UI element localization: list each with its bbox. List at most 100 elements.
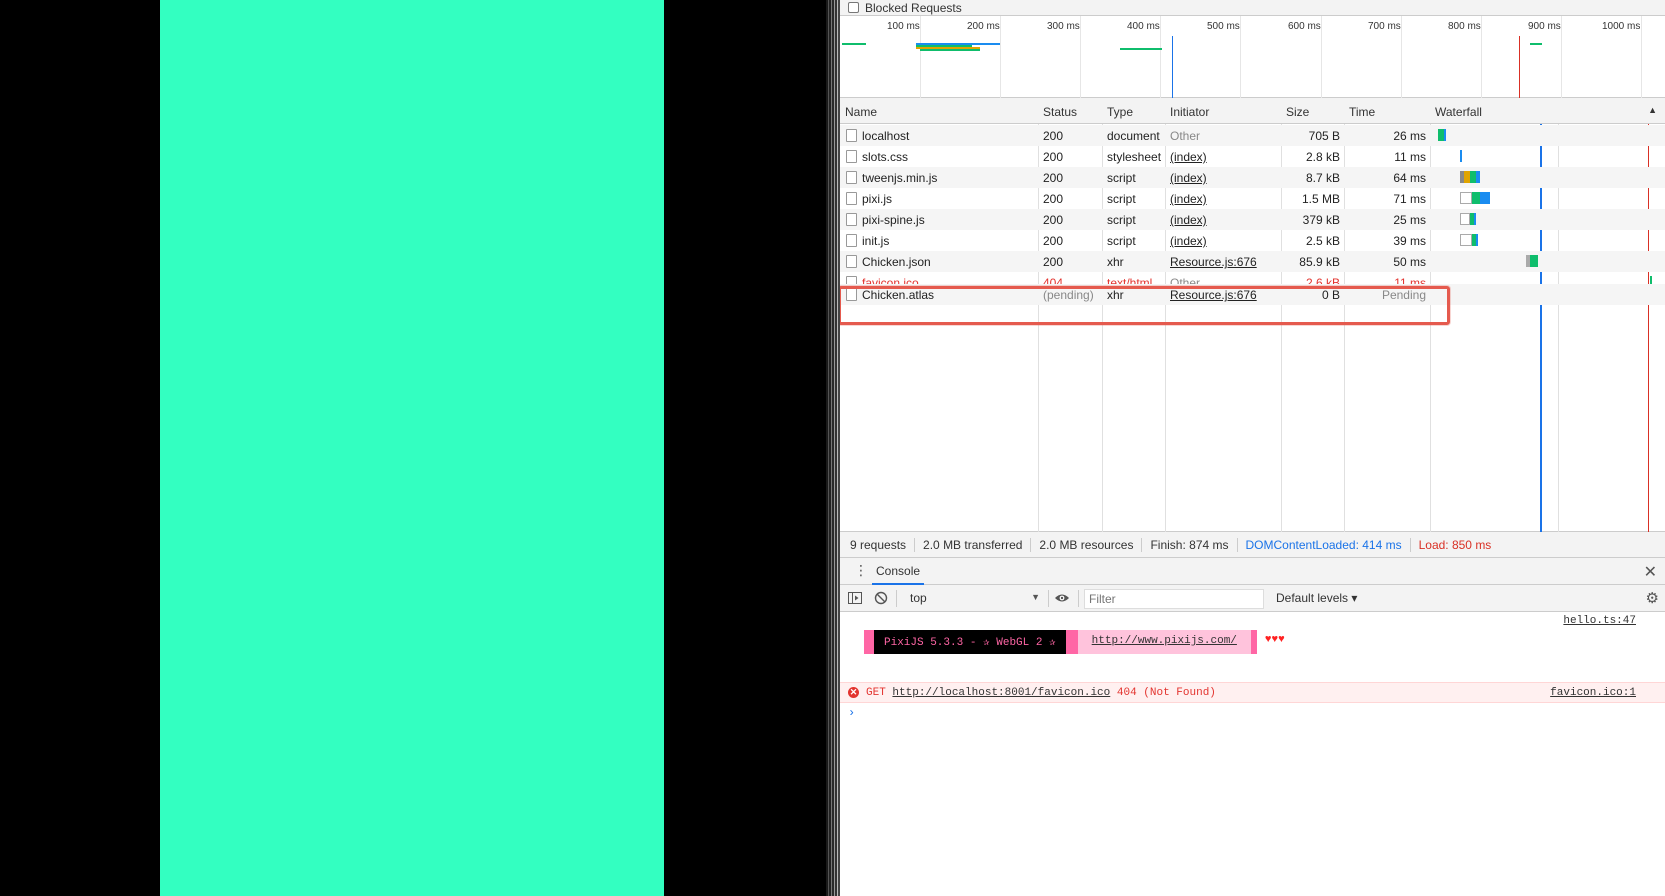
request-initiator-link[interactable]: (index) — [1170, 150, 1207, 164]
header-name[interactable]: Name — [845, 105, 877, 119]
header-size[interactable]: Size — [1286, 105, 1309, 119]
close-icon[interactable]: ✕ — [1644, 562, 1657, 582]
toolbar-separator — [896, 590, 897, 607]
request-status: 200 — [1043, 129, 1064, 143]
summary-dom-content-loaded: DOMContentLoaded: 414 ms — [1238, 537, 1411, 552]
overview-tick-label: 800 ms — [1448, 21, 1481, 32]
overview-tick-label: 600 ms — [1288, 21, 1321, 32]
request-initiator-link[interactable]: (index) — [1170, 192, 1207, 206]
console-toolbar: top ▼ Default levels ▾ ⚙ — [840, 585, 1665, 612]
overview-tick-label: 200 ms — [967, 21, 1000, 32]
request-time: 26 ms — [1393, 129, 1426, 143]
summary-load: Load: 850 ms — [1418, 537, 1492, 552]
request-initiator-link[interactable]: Resource.js:676 — [1170, 255, 1257, 269]
request-size: 1.5 MB — [1301, 192, 1340, 206]
table-row[interactable]: slots.css 200 stylesheet (index) 2.8 kB … — [840, 146, 1665, 167]
request-status: 200 — [1043, 150, 1064, 164]
request-time: 11 ms — [1394, 150, 1426, 164]
request-name: pixi.js — [862, 192, 893, 206]
summary-requests: 9 requests — [850, 537, 916, 552]
request-type: xhr — [1107, 255, 1124, 269]
error-method: GET — [866, 687, 886, 699]
file-icon — [846, 192, 857, 205]
request-type: script — [1107, 192, 1136, 206]
tab-console[interactable]: Console — [872, 558, 925, 585]
file-icon — [846, 171, 857, 184]
overview-request-bar — [1120, 48, 1162, 50]
overview-tick-label: 700 ms — [1368, 21, 1401, 32]
drawer-tabbar: ⋮ Console ✕ — [840, 558, 1665, 585]
request-time: 11 ms — [1394, 276, 1426, 284]
table-row[interactable]: tweenjs.min.js 200 script (index) 8.7 kB… — [840, 167, 1665, 188]
request-initiator-link[interactable]: (index) — [1170, 213, 1207, 227]
overview-dcl-marker — [1172, 36, 1173, 98]
banner-stripe — [1065, 630, 1078, 654]
request-initiator-link[interactable]: (index) — [1170, 234, 1207, 248]
request-type: script — [1107, 234, 1136, 248]
eye-icon[interactable] — [1054, 591, 1070, 605]
console-output[interactable]: hello.ts:47 PixiJS 5.3.3 - ✰ WebGL 2 ✰ h… — [840, 612, 1665, 896]
request-name: favicon.ico — [862, 276, 919, 284]
request-initiator: Other — [1170, 129, 1201, 143]
gear-icon[interactable]: ⚙ — [1646, 589, 1659, 607]
table-row[interactable]: init.js 200 script (index) 2.5 kB 39 ms — [840, 230, 1665, 251]
hearts-text: ♥♥♥ — [1264, 634, 1285, 646]
request-type: text/html — [1107, 276, 1153, 284]
more-tabs-icon[interactable]: ⋮ — [854, 563, 868, 577]
request-time: 50 ms — [1393, 255, 1426, 269]
console-filter-input[interactable] — [1084, 589, 1264, 609]
request-status: 200 — [1043, 255, 1064, 269]
overview-gridline — [1561, 16, 1562, 98]
request-size: 2.5 kB — [1305, 234, 1340, 248]
table-row[interactable]: pixi-spine.js 200 script (index) 379 kB … — [840, 209, 1665, 230]
devtools-splitter[interactable] — [826, 0, 840, 896]
header-status[interactable]: Status — [1043, 105, 1077, 119]
overview-tick-label: 900 ms — [1528, 21, 1561, 32]
request-name: localhost — [862, 129, 910, 143]
table-row[interactable]: favicon.ico 404 text/html Other 2.6 kB 1… — [840, 272, 1665, 284]
request-size: 705 B — [1308, 129, 1340, 143]
file-icon — [846, 255, 857, 268]
table-row[interactable]: pixi.js 200 script (index) 1.5 MB 71 ms — [840, 188, 1665, 209]
console-prompt-icon[interactable]: › — [848, 706, 855, 720]
request-time: 25 ms — [1393, 213, 1426, 227]
table-row[interactable]: Chicken.json 200 xhr Resource.js:676 85.… — [840, 251, 1665, 272]
request-size: 379 kB — [1302, 213, 1340, 227]
pixi-banner: PixiJS 5.3.3 - ✰ WebGL 2 ✰ http://www.pi… — [864, 630, 1285, 654]
sidebar-toggle-icon[interactable] — [848, 591, 862, 605]
request-name: pixi-spine.js — [862, 213, 925, 227]
summary-finish: Finish: 874 ms — [1142, 537, 1238, 552]
request-status: 200 — [1043, 234, 1064, 248]
request-initiator-link[interactable]: (index) — [1170, 171, 1207, 185]
log-source-link[interactable]: hello.ts:47 — [1563, 615, 1636, 627]
table-row[interactable]: localhost 200 document Other 705 B 26 ms — [840, 125, 1665, 146]
table-header: Name Status Type Initiator Size Time Wat… — [840, 98, 1665, 124]
request-name: Chicken.json — [862, 255, 931, 269]
clear-console-icon[interactable] — [874, 591, 888, 605]
error-text: GET http://localhost:8001/favicon.ico 40… — [866, 687, 1216, 699]
file-icon — [846, 213, 857, 226]
blocked-requests-checkbox[interactable] — [848, 2, 859, 13]
error-url-link[interactable]: http://localhost:8001/favicon.ico — [892, 687, 1110, 699]
request-type: script — [1107, 171, 1136, 185]
game-canvas[interactable] — [160, 0, 664, 896]
context-value: top — [910, 591, 927, 605]
header-initiator[interactable]: Initiator — [1170, 105, 1209, 119]
request-type: script — [1107, 213, 1136, 227]
request-initiator: Other — [1170, 276, 1201, 284]
log-levels-dropdown[interactable]: Default levels ▾ — [1276, 591, 1357, 605]
error-source-link[interactable]: favicon.ico:1 — [1550, 687, 1636, 699]
sort-ascending-icon[interactable]: ▲ — [1648, 105, 1657, 115]
context-selector[interactable]: top ▼ — [904, 589, 1044, 608]
header-time[interactable]: Time — [1349, 105, 1375, 119]
file-icon — [846, 150, 857, 163]
header-waterfall[interactable]: Waterfall — [1435, 105, 1482, 119]
request-size: 2.8 kB — [1305, 150, 1340, 164]
network-overview[interactable]: 100 ms 200 ms 300 ms 400 ms 500 ms 600 m… — [840, 16, 1665, 98]
request-time: 64 ms — [1393, 171, 1426, 185]
overview-request-bar — [842, 43, 866, 45]
overview-load-marker — [1519, 36, 1520, 98]
pixi-link[interactable]: http://www.pixijs.com/ — [1077, 630, 1251, 654]
header-type[interactable]: Type — [1107, 105, 1133, 119]
overview-tick-label: 100 ms — [887, 21, 920, 32]
